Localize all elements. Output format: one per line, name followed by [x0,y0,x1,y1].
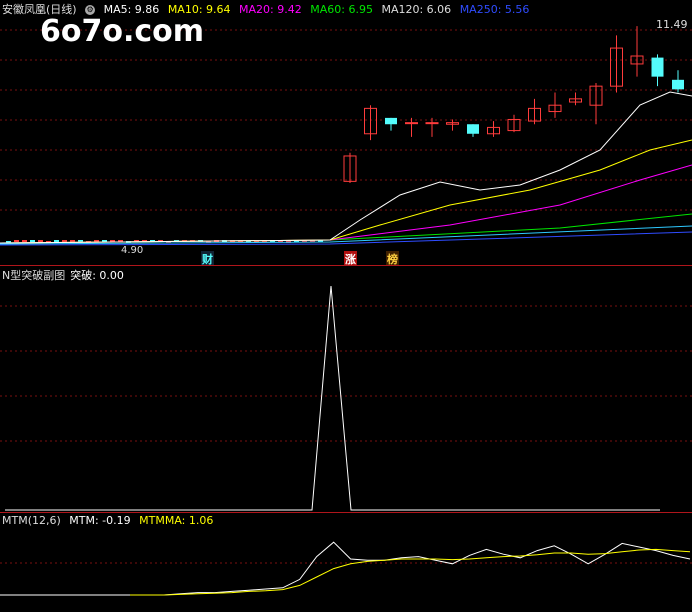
candle-body [78,240,83,242]
mtm-series-0 [130,541,691,596]
ma-line-5 [0,91,692,244]
mtm-value: MTM: -0.19 [69,514,131,527]
candle-body [672,79,684,90]
indicator-name: N型突破副图 [2,269,66,282]
indicator-value: 突破: 0.00 [70,269,124,282]
ma20-label: MA20: 9.42 [239,3,302,16]
candle-body [467,124,479,134]
main-chart-panel[interactable]: 安徽凤凰(日线) ⚙ MA5: 9.86 MA10: 9.64 MA20: 9.… [0,0,692,267]
candle-body [62,240,67,242]
candle-body [22,240,27,242]
mtm-panel[interactable]: MTM(12,6) MTM: -0.19 MTMMA: 1.06 [0,513,692,612]
ma120-label: MA120: 6.06 [381,3,452,16]
ma250-label: MA250: 5.56 [459,3,530,16]
indicator-header: N型突破副图 突破: 0.00 [2,267,129,283]
price-high-label: 11.49 [656,18,688,31]
mtm-header: MTM(12,6) MTM: -0.19 MTMMA: 1.06 [2,514,218,527]
breakout-series-line [5,285,660,511]
candle-body [405,122,418,125]
candle-body [425,122,439,125]
mtm-series-1 [130,548,691,596]
n-breakout-chart[interactable] [0,266,692,512]
price-low-label: 4.90 [121,245,144,256]
n-breakout-panel[interactable]: N型突破副图 突破: 0.00 [0,266,692,512]
ma-line-3 [0,164,692,244]
candle-body [54,240,59,242]
candle-body [385,117,397,125]
candle-body [38,240,43,242]
candle-body [651,57,664,77]
candle-body [30,240,35,242]
candle-body [14,240,19,242]
ma-line-2 [0,213,692,244]
mtmma-value: MTMMA: 1.06 [139,514,214,527]
mtm-name: MTM(12,6) [2,514,61,527]
candle-body [70,240,75,242]
watermark-logo: 6o7o.com [40,14,205,49]
mtm-chart[interactable] [0,513,692,612]
ma60-label: MA60: 6.95 [310,3,373,16]
